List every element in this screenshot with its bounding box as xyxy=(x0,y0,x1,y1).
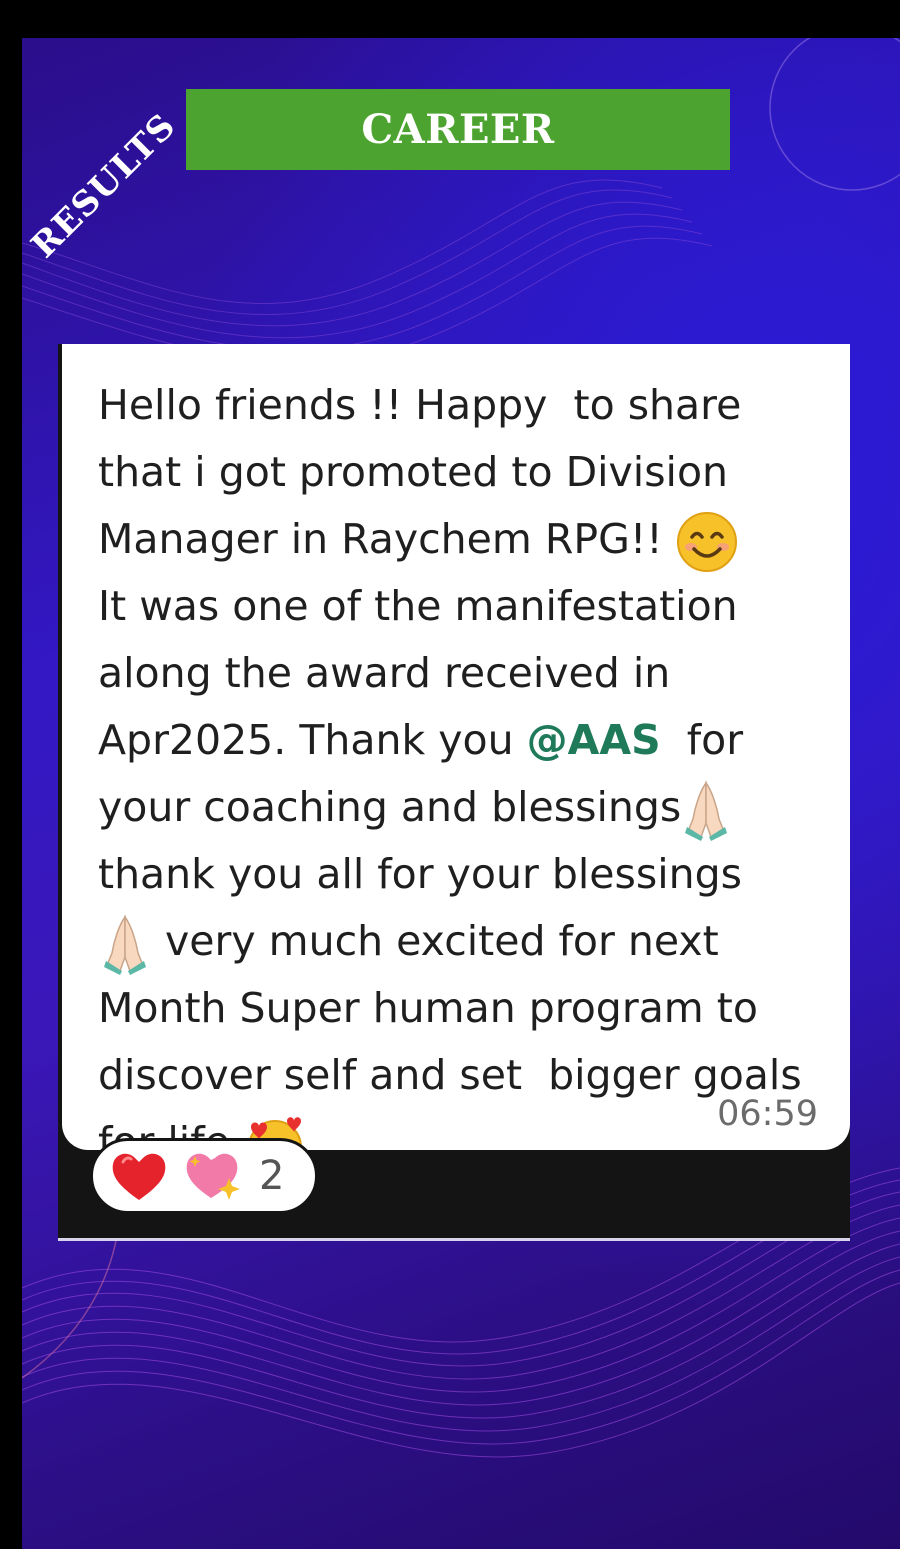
slide-background: Results CAREER Hello friends !! Happy to… xyxy=(22,38,900,1549)
chat-screenshot: Hello friends !! Happy to share that i g… xyxy=(58,344,850,1240)
career-banner: CAREER xyxy=(186,89,730,170)
message-line: discover self and set bigger goals xyxy=(98,1051,802,1099)
message-line: thank you all for your blessings xyxy=(98,850,743,898)
smiling-face-icon xyxy=(676,512,737,572)
message-text: Hello friends !! Happy to share that i g… xyxy=(98,372,828,1177)
screen-frame: Results CAREER Hello friends !! Happy to… xyxy=(0,0,900,1549)
message-line: Manager in Raychem RPG!! xyxy=(98,515,663,563)
reaction-count: 2 xyxy=(259,1153,285,1199)
message-bubble: Hello friends !! Happy to share that i g… xyxy=(62,344,850,1174)
red-heart-icon xyxy=(112,1153,166,1200)
message-line: along the award received in xyxy=(98,649,671,697)
folded-hands-icon xyxy=(104,914,146,975)
mention-link[interactable]: @AAS xyxy=(527,716,661,764)
folded-hands-icon xyxy=(685,780,728,841)
sparkling-heart-icon xyxy=(186,1153,240,1200)
screenshot-bottom-border xyxy=(58,1238,850,1241)
message-line: Apr2025. Thank you xyxy=(98,716,527,764)
message-line: that i got promoted to Division xyxy=(98,448,729,496)
message-line: for xyxy=(660,716,744,764)
message-line: It was one of the manifestation xyxy=(98,582,738,630)
message-line: your coaching and blessings xyxy=(98,783,682,831)
message-timestamp: 06:59 xyxy=(717,1094,818,1134)
message-line: Month Super human program to xyxy=(98,984,758,1032)
message-line: Hello friends !! Happy to share xyxy=(98,381,742,429)
message-line: very much excited for next xyxy=(152,917,719,965)
reactions-pill[interactable]: 2 xyxy=(90,1138,318,1214)
career-title: CAREER xyxy=(361,106,555,153)
